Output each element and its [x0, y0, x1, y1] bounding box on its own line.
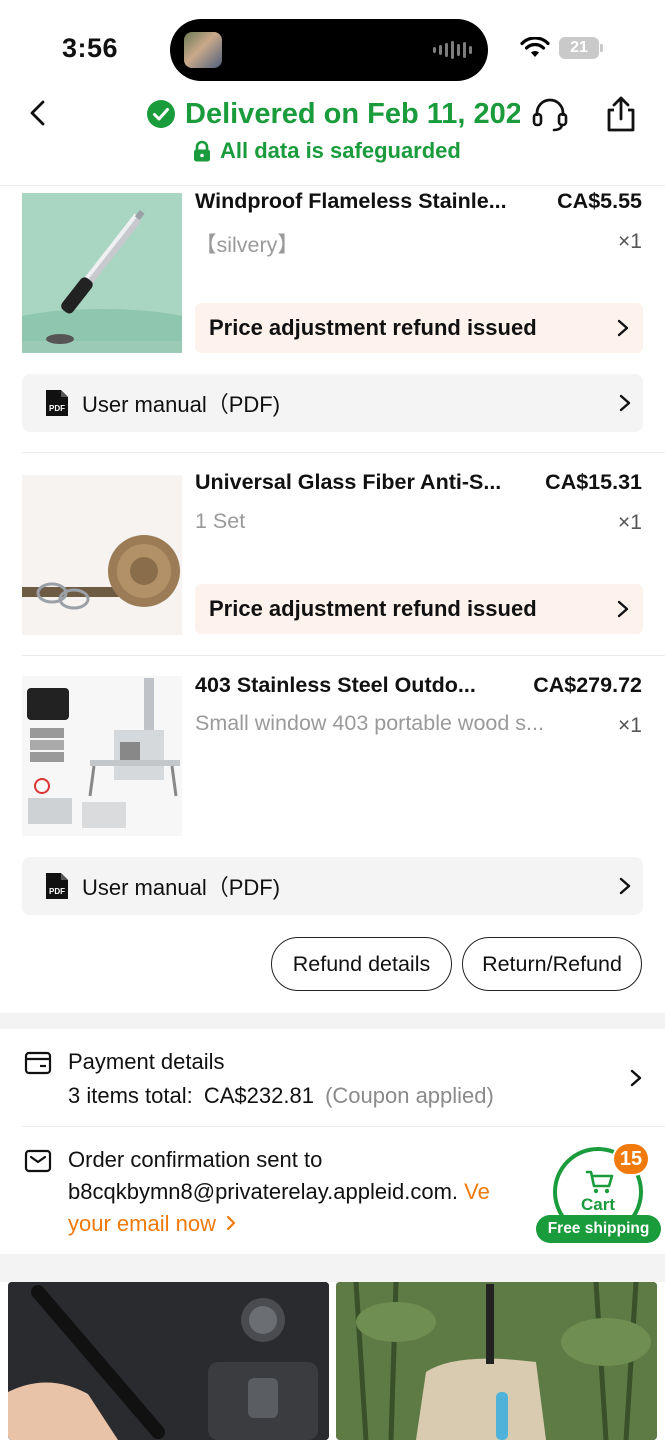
recommended-product-image [8, 1282, 329, 1440]
order-item: 403 Stainless Steel Outdo... CA$279.72 S… [0, 656, 665, 1012]
user-manual-row[interactable]: PDF User manual（PDF) [22, 374, 643, 432]
price-adjustment-refund-row[interactable]: Price adjustment refund issued [195, 303, 643, 353]
product-variant: 【silvery】 [195, 233, 299, 257]
cart-count-badge: 15 [612, 1142, 650, 1176]
customer-service-icon[interactable] [530, 94, 570, 134]
section-divider [0, 1013, 665, 1029]
product-image[interactable] [22, 475, 182, 635]
chevron-right-icon [619, 877, 631, 895]
return-refund-button[interactable]: Return/Refund [462, 937, 642, 991]
product-variant: 1 Set [195, 509, 246, 533]
svg-text:PDF: PDF [49, 404, 65, 413]
back-arrow-icon[interactable] [24, 98, 54, 128]
user-manual-label: User manual（PDF) [82, 875, 281, 900]
status-bar: 3:56 21 [0, 0, 665, 90]
coupon-note: (Coupon applied) [325, 1083, 494, 1108]
envelope-icon [24, 1149, 52, 1173]
price-adjustment-refund-row[interactable]: Price adjustment refund issued [195, 584, 643, 634]
recommended-product-card[interactable] [336, 1282, 657, 1440]
product-price: CA$279.72 [533, 673, 642, 697]
share-icon[interactable] [602, 94, 640, 134]
lighter-illustration [22, 193, 182, 353]
product-variant: Small window 403 portable wood s... [195, 711, 544, 735]
safeguard-text: All data is safeguarded [220, 138, 461, 163]
battery-cap [600, 44, 603, 52]
battery-icon: 21 [559, 37, 599, 59]
audio-waveform-icon [433, 41, 472, 59]
dynamic-island[interactable] [170, 19, 488, 81]
cart-label: Cart [580, 1195, 615, 1214]
recommended-product-card[interactable] [8, 1282, 329, 1440]
order-header: Delivered on Feb 11, 2025 All data is sa… [0, 90, 665, 186]
user-manual-row[interactable]: PDF User manual（PDF) [22, 857, 643, 915]
chevron-right-icon [630, 1069, 642, 1087]
wifi-icon [520, 37, 550, 57]
chevron-right-icon [226, 1215, 236, 1231]
recommended-product-image [336, 1282, 657, 1440]
heat-wrap-illustration [22, 475, 182, 635]
total-label: 3 items total: [68, 1083, 193, 1108]
product-name[interactable]: Universal Glass Fiber Anti-S... [195, 470, 535, 495]
status-time: 3:56 [62, 33, 119, 63]
svg-text:PDF: PDF [49, 887, 65, 896]
pdf-file-icon: PDF [46, 390, 68, 416]
product-price: CA$5.55 [557, 189, 642, 213]
product-quantity: ×1 [618, 511, 642, 534]
product-name[interactable]: Windproof Flameless Stainle... [195, 189, 535, 214]
cart-icon [585, 1170, 614, 1194]
chevron-right-icon [619, 394, 631, 412]
payment-total-line: 3 items total: CA$232.81 (Coupon applied… [68, 1083, 494, 1109]
pdf-file-icon: PDF [46, 873, 68, 899]
payment-card-icon [24, 1051, 52, 1075]
chevron-right-icon [617, 600, 629, 618]
chevron-right-icon [617, 319, 629, 337]
refund-status-label: Price adjustment refund issued [209, 315, 537, 340]
product-name[interactable]: 403 Stainless Steel Outdo... [195, 673, 515, 698]
confirmation-title: Order confirmation sent to [68, 1147, 323, 1172]
payment-details-title: Payment details [68, 1049, 225, 1074]
wood-stove-illustration [22, 676, 182, 836]
product-image[interactable] [22, 676, 182, 836]
verify-link-text: your email now [68, 1211, 216, 1236]
confirmation-email-line: b8cqkbymn8@privaterelay.appleid.com. Ve [68, 1179, 490, 1205]
user-manual-label: User manual（PDF) [82, 392, 281, 417]
now-playing-artwork [184, 32, 222, 68]
product-quantity: ×1 [618, 714, 642, 737]
page-title: Delivered on Feb 11, 2025 [185, 97, 520, 130]
verify-link-start[interactable]: Ve [464, 1179, 490, 1204]
order-item: Universal Glass Fiber Anti-S... CA$15.31… [0, 453, 665, 655]
product-price: CA$15.31 [545, 470, 642, 494]
order-item: Windproof Flameless Stainle... CA$5.55 【… [0, 186, 665, 452]
safeguard-notice[interactable]: All data is safeguarded [192, 138, 461, 164]
payment-details-row[interactable]: Payment details 3 items total: CA$232.81… [0, 1029, 665, 1127]
refund-details-button[interactable]: Refund details [271, 937, 452, 991]
section-divider [0, 1254, 665, 1282]
free-shipping-badge: Free shipping [536, 1215, 661, 1243]
lock-icon [194, 140, 210, 162]
check-circle-icon [147, 100, 175, 128]
verify-email-link[interactable]: your email now [68, 1211, 236, 1237]
product-quantity: ×1 [618, 230, 642, 253]
total-value: CA$232.81 [203, 1083, 314, 1108]
product-image[interactable] [22, 193, 182, 353]
refund-status-label: Price adjustment refund issued [209, 596, 537, 621]
confirmation-email: b8cqkbymn8@privaterelay.appleid.com. [68, 1179, 459, 1204]
order-status-title: Delivered on Feb 11, 2025 [146, 94, 520, 134]
